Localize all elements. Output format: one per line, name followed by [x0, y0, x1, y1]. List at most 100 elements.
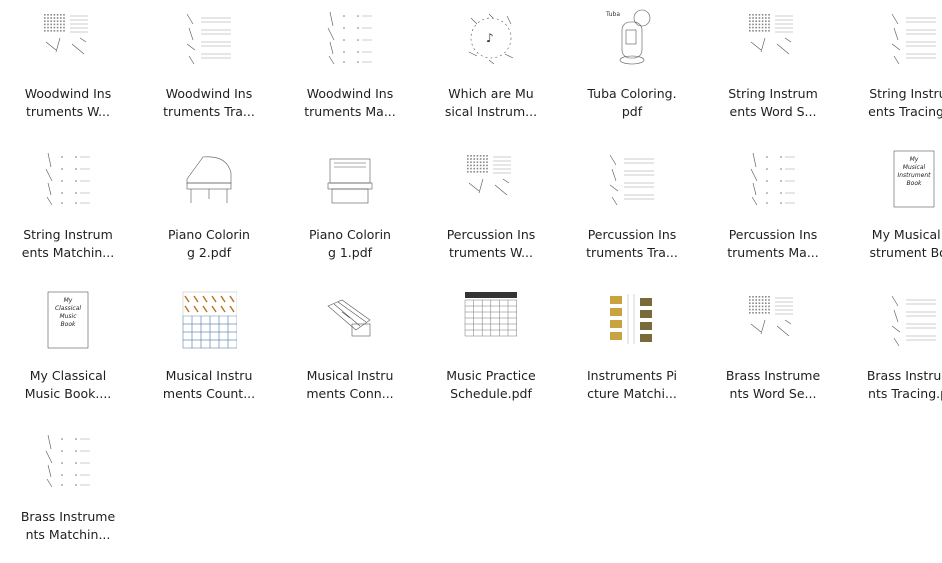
file-item[interactable]: Brass Instrume nts Word Se...: [705, 286, 841, 422]
tuba-icon: Tuba: [604, 8, 660, 68]
accordion-icon: [322, 290, 378, 350]
svg-text:My: My: [910, 156, 919, 163]
file-name-line: Piano Colorin: [168, 227, 250, 242]
file-name-label: Percussion Ins truments Tra...: [566, 226, 698, 262]
file-name-line: Brass Instrume: [725, 368, 821, 383]
upright-piano-icon: [322, 149, 378, 209]
file-item[interactable]: String Instrum ents Word S...: [705, 4, 841, 140]
wordsearch-icon: [745, 290, 801, 350]
file-name-line: Schedule.pdf: [450, 386, 532, 401]
file-name-label: Brass Instrume nts Word Se...: [707, 367, 839, 403]
file-name-line: nts Matchin...: [25, 527, 111, 542]
svg-text:Instrument: Instrument: [897, 172, 931, 179]
file-item[interactable]: String Instrum ents Tracing ...: [846, 4, 942, 140]
file-item[interactable]: Brass Instrume nts Tracing.p...: [846, 286, 942, 422]
file-name-label: Musical Instru ments Count...: [143, 367, 275, 403]
matching-icon: [40, 431, 96, 491]
svg-text:Book: Book: [61, 321, 76, 328]
file-name-line: truments W...: [449, 245, 533, 260]
file-item[interactable]: Musical Instru ments Conn...: [282, 286, 418, 422]
file-name-label: String Instrum ents Word S...: [707, 85, 839, 121]
file-item[interactable]: Percussion Ins truments Ma...: [705, 145, 841, 281]
file-name-line: pdf: [621, 104, 643, 119]
file-name-line: truments Tra...: [586, 245, 678, 260]
file-item[interactable]: Tuba Tuba Coloring. pdf: [564, 4, 700, 140]
file-name-line: truments Ma...: [727, 245, 819, 260]
file-name-line: nts Word Se...: [729, 386, 817, 401]
file-name-label: Tuba Coloring. pdf: [566, 85, 698, 121]
svg-text:♪: ♪: [486, 31, 494, 45]
file-name-line: strument Bo...: [869, 245, 942, 260]
file-name-line: Musical Instru: [306, 368, 394, 383]
file-name-line: sical Instrum...: [444, 104, 538, 119]
file-name-line: Music Book....: [24, 386, 112, 401]
svg-text:Classical: Classical: [55, 305, 81, 312]
file-name-line: Piano Colorin: [309, 227, 391, 242]
counting-grid-icon: [181, 290, 237, 350]
file-name-line: Music Practice: [446, 368, 536, 383]
file-item[interactable]: MyMusicalInstrumentBook My Musical In stru…: [846, 145, 942, 281]
file-name-label: Woodwind Ins truments W...: [2, 85, 134, 121]
file-item[interactable]: Piano Colorin g 2.pdf: [141, 145, 277, 281]
file-name-line: ments Count...: [162, 386, 256, 401]
wordsearch-icon: [745, 8, 801, 68]
file-name-line: Musical Instru: [165, 368, 253, 383]
matching-icon: [745, 149, 801, 209]
file-name-label: Brass Instrume nts Tracing.p...: [848, 367, 942, 403]
wordsearch-icon: [463, 149, 519, 209]
file-item[interactable]: My Classical Music Book My Classical Music Bo…: [0, 286, 136, 422]
tracing-icon: [886, 290, 942, 350]
svg-text:Book: Book: [907, 180, 922, 187]
file-name-line: String Instrum: [728, 86, 818, 101]
file-name-line: nts Tracing.p...: [868, 386, 942, 401]
file-name-label: Piano Colorin g 2.pdf: [143, 226, 275, 262]
file-name-label: Percussion Ins truments Ma...: [707, 226, 839, 262]
file-item[interactable]: Musical Instru ments Count...: [141, 286, 277, 422]
svg-text:Music: Music: [59, 313, 77, 320]
file-name-line: ents Tracing ...: [868, 104, 942, 119]
file-name-line: Woodwind Ins: [306, 86, 394, 101]
schedule-icon: [463, 290, 519, 350]
file-name-line: Which are Mu: [448, 86, 534, 101]
file-name-label: Woodwind Ins truments Ma...: [284, 85, 416, 121]
file-name-label: String Instrum ents Matchin...: [2, 226, 134, 262]
file-name-label: Which are Mu sical Instrum...: [425, 85, 557, 121]
file-name-line: truments Ma...: [304, 104, 396, 119]
file-item[interactable]: Percussion Ins truments W...: [423, 145, 559, 281]
file-name-line: Tuba Coloring.: [587, 86, 677, 101]
file-name-label: Musical Instru ments Conn...: [284, 367, 416, 403]
file-name-line: Percussion Ins: [728, 227, 818, 242]
file-name-line: g 2.pdf: [186, 245, 232, 260]
file-item[interactable]: Instruments Pi cture Matchi...: [564, 286, 700, 422]
file-name-label: Brass Instrume nts Matchin...: [2, 508, 134, 544]
file-name-line: My Musical In: [871, 227, 942, 242]
picture-matching-icon: [604, 290, 660, 350]
file-name-line: truments Tra...: [163, 104, 255, 119]
file-item[interactable]: ♪ Which are Mu sical Instrum...: [423, 4, 559, 140]
svg-text:Tuba: Tuba: [605, 11, 620, 18]
file-item[interactable]: Music Practice Schedule.pdf: [423, 286, 559, 422]
file-name-line: ents Word S...: [729, 104, 817, 119]
file-item[interactable]: Percussion Ins truments Tra...: [564, 145, 700, 281]
book-cover-icon: My Musical Instrument Book: [886, 149, 942, 209]
file-item[interactable]: Woodwind Ins truments Tra...: [141, 4, 277, 140]
instrument-circle-icon: ♪: [463, 8, 519, 68]
file-name-line: Woodwind Ins: [24, 86, 112, 101]
file-item[interactable]: Piano Colorin g 1.pdf: [282, 145, 418, 281]
file-item[interactable]: Woodwind Ins truments W...: [0, 4, 136, 140]
file-name-line: Percussion Ins: [587, 227, 677, 242]
matching-icon: [322, 8, 378, 68]
file-name-label: Percussion Ins truments W...: [425, 226, 557, 262]
file-item[interactable]: String Instrum ents Matchin...: [0, 145, 136, 281]
file-name-line: Percussion Ins: [446, 227, 536, 242]
matching-icon: [40, 149, 96, 209]
svg-text:My: My: [64, 297, 73, 304]
file-name-label: My Classical Music Book....: [2, 367, 134, 403]
file-name-line: ments Conn...: [306, 386, 394, 401]
file-name-line: g 1.pdf: [327, 245, 373, 260]
wordsearch-icon: [40, 8, 96, 68]
file-name-line: Brass Instrume: [20, 509, 116, 524]
file-item[interactable]: Woodwind Ins truments Ma...: [282, 4, 418, 140]
tracing-icon: [604, 149, 660, 209]
grand-piano-icon: [181, 149, 237, 209]
